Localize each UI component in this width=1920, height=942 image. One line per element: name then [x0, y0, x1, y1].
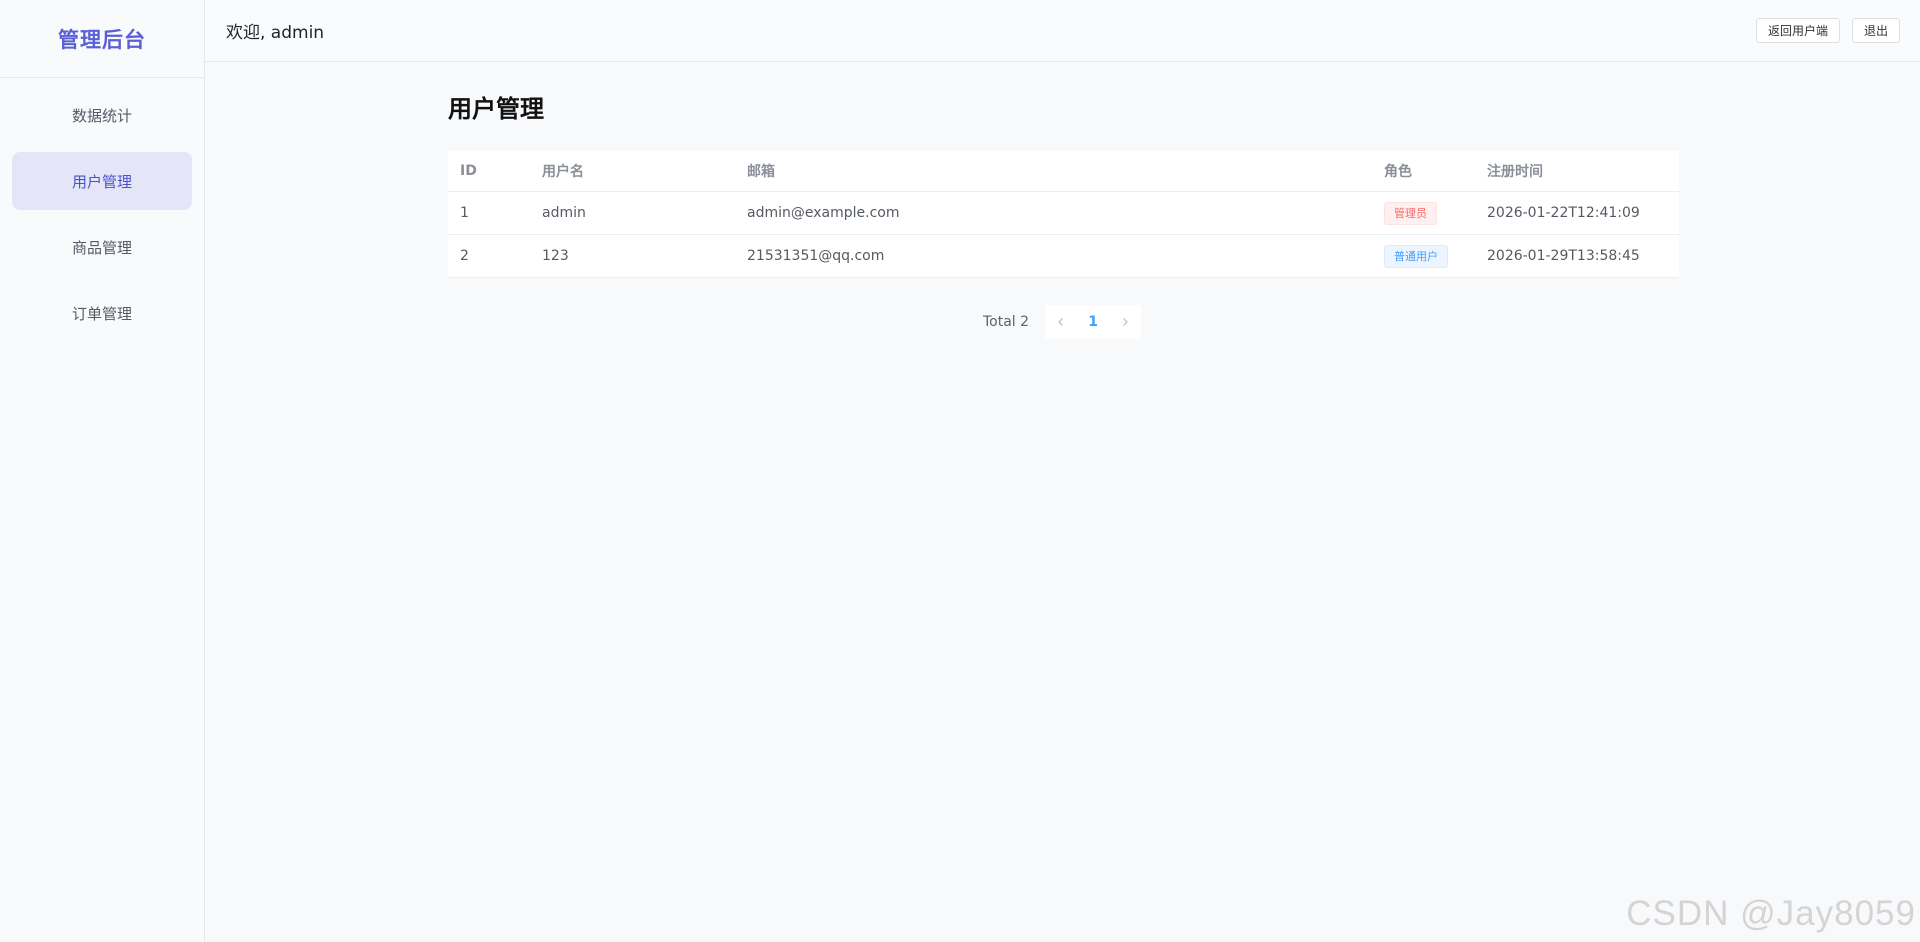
logout-button[interactable]: 退出: [1851, 18, 1900, 43]
brand-title: 管理后台: [0, 0, 204, 78]
cell-role: 普通用户: [1372, 244, 1475, 268]
cell-username: 123: [542, 248, 569, 264]
column-header-role: 角色: [1384, 164, 1412, 180]
table-header-row: ID 用户名 邮箱 角色 注册时间: [448, 151, 1679, 192]
watermark: CSDN @Jay8059: [1626, 894, 1916, 933]
role-tag-admin: 管理员: [1384, 201, 1437, 225]
sidebar-item-users[interactable]: 用户管理: [12, 152, 192, 210]
column-header-id: ID: [460, 163, 477, 179]
cell-role: 管理员: [1372, 201, 1475, 225]
back-to-user-button[interactable]: 返回用户端: [1755, 18, 1840, 43]
users-table: ID 用户名 邮箱 角色 注册时间 1 admin admin@example.…: [448, 151, 1679, 278]
sidebar-item-label: 用户管理: [71, 172, 132, 191]
pagination-total: Total 2: [983, 314, 1030, 330]
page-title: 用户管理: [448, 95, 544, 123]
cell-email: 21531351@qq.com: [747, 248, 885, 264]
sidebar-item-label: 数据统计: [71, 106, 132, 125]
chevron-left-icon[interactable]: [1045, 305, 1077, 339]
pagination: Total 2 1: [983, 305, 1142, 339]
column-header-created: 注册时间: [1487, 164, 1543, 180]
sidebar-item-orders[interactable]: 订单管理: [12, 284, 192, 342]
cell-created: 2026-01-22T12:41:09: [1487, 205, 1640, 221]
table-row[interactable]: 1 admin admin@example.com 管理员 2026-01-22…: [448, 192, 1679, 235]
cell-email: admin@example.com: [747, 205, 900, 221]
chevron-right-icon[interactable]: [1109, 305, 1141, 339]
pager: 1: [1045, 305, 1142, 339]
role-tag-user: 普通用户: [1384, 244, 1448, 268]
header-actions: 返回用户端 退出: [1755, 18, 1900, 43]
column-header-email: 邮箱: [747, 164, 775, 180]
sidebar-item-products[interactable]: 商品管理: [12, 218, 192, 276]
main-content: 用户管理 ID 用户名 邮箱 角色 注册时间 1 admin admin@exa…: [448, 62, 1679, 278]
cell-id: 1: [460, 205, 469, 221]
sidebar-item-label: 商品管理: [71, 238, 132, 257]
column-header-username: 用户名: [542, 164, 584, 180]
cell-username: admin: [542, 205, 586, 221]
cell-id: 2: [460, 248, 469, 264]
sidebar-item-stats[interactable]: 数据统计: [12, 86, 192, 144]
sidebar-item-label: 订单管理: [71, 304, 132, 323]
sidebar-menu: 数据统计 用户管理 商品管理 订单管理: [0, 78, 204, 358]
welcome-text: 欢迎, admin: [226, 23, 325, 43]
page-number[interactable]: 1: [1077, 305, 1109, 339]
sidebar: 管理后台 数据统计 用户管理 商品管理 订单管理: [0, 0, 205, 942]
table-row[interactable]: 2 123 21531351@qq.com 普通用户 2026-01-29T13…: [448, 235, 1679, 278]
cell-created: 2026-01-29T13:58:45: [1487, 248, 1640, 264]
top-header: 欢迎, admin 返回用户端 退出: [205, 0, 1920, 62]
